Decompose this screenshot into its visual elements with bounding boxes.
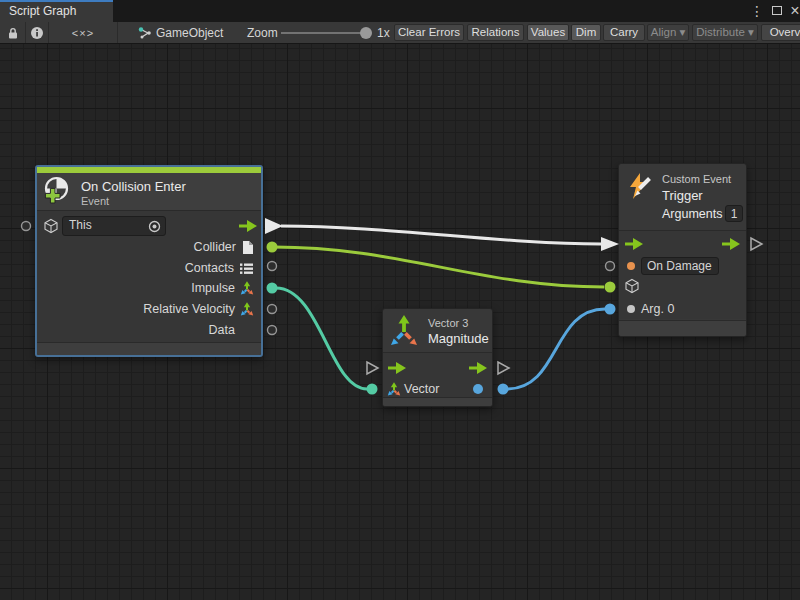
collider-doc-icon bbox=[241, 240, 254, 255]
window-menu-icon[interactable]: ⋮ bbox=[748, 0, 766, 22]
arg0-port-dot[interactable] bbox=[627, 305, 635, 313]
port-vector-input-connected[interactable] bbox=[367, 384, 378, 395]
gameobject-cube-icon bbox=[624, 278, 640, 294]
port-contacts[interactable] bbox=[268, 262, 277, 271]
vector3-icon bbox=[387, 382, 401, 396]
lock-button[interactable] bbox=[0, 22, 26, 43]
graph-toolbar: <×> GameObject Zoom 1x Clear Errors Rela… bbox=[0, 22, 800, 44]
target-picker-icon[interactable] bbox=[148, 220, 161, 233]
gameobject-icon bbox=[137, 25, 153, 41]
port-row-relative-velocity[interactable]: Relative Velocity bbox=[143, 300, 254, 318]
node-subtitle: Event bbox=[81, 195, 109, 207]
this-target-field[interactable]: This bbox=[62, 216, 166, 236]
code-icon: <×> bbox=[72, 27, 94, 39]
tab-label: Script Graph bbox=[9, 4, 76, 18]
port-row-data[interactable]: Data bbox=[209, 321, 235, 339]
flow-output-arrow-icon bbox=[722, 238, 740, 250]
arguments-label: Arguments bbox=[662, 207, 722, 221]
distribute-button[interactable]: Distribute ▾ bbox=[692, 24, 758, 41]
node-footer bbox=[37, 342, 261, 355]
port-event-name[interactable] bbox=[606, 262, 615, 271]
caret-down-icon: ▾ bbox=[748, 26, 754, 38]
lock-icon bbox=[6, 26, 20, 40]
wire-magnitude-to-arg0[interactable] bbox=[507, 309, 605, 389]
vector3-icon bbox=[240, 302, 254, 316]
port-arg0-connected[interactable] bbox=[605, 304, 616, 315]
zoom-value: 1x bbox=[377, 26, 390, 40]
code-view-button[interactable]: <×> bbox=[49, 22, 118, 43]
tab-script-graph[interactable]: Script Graph bbox=[0, 0, 113, 22]
node-footer bbox=[383, 397, 492, 406]
flow-output-arrow-icon bbox=[469, 362, 487, 374]
wire-collider-to-gameobject[interactable] bbox=[274, 247, 604, 287]
node-header: On Collision Enter Event bbox=[37, 173, 261, 210]
vector-input-label: Vector bbox=[404, 382, 439, 396]
flow-output-arrow-icon bbox=[239, 220, 257, 232]
window-close-icon[interactable]: × bbox=[786, 0, 800, 22]
node-title: Magnitude bbox=[428, 331, 489, 346]
arg0-label: Arg. 0 bbox=[641, 302, 674, 316]
zoom-slider-knob[interactable] bbox=[360, 27, 372, 39]
event-name-port-dot[interactable] bbox=[627, 262, 635, 270]
wire-flow-oce-to-trigger[interactable] bbox=[281, 226, 601, 244]
caret-down-icon: ▾ bbox=[680, 26, 686, 38]
carry-button[interactable]: Carry bbox=[603, 24, 645, 41]
node-type-label: Custom Event bbox=[662, 173, 731, 185]
port-flow-input-connected[interactable] bbox=[601, 237, 619, 251]
node-magnitude[interactable]: Vector 3 Magnitude Vector bbox=[382, 308, 493, 407]
flow-input-arrow-icon bbox=[625, 238, 643, 250]
port-this-input[interactable] bbox=[22, 222, 31, 231]
tab-bar: Script Graph ⋮ × bbox=[0, 0, 800, 22]
window-maximize-icon[interactable] bbox=[768, 0, 786, 22]
port-row-impulse[interactable]: Impulse bbox=[191, 279, 254, 297]
relations-button[interactable]: Relations bbox=[467, 24, 524, 41]
magnitude-output-dot[interactable] bbox=[473, 384, 483, 394]
port-impulse-connected[interactable] bbox=[267, 283, 278, 294]
clear-errors-button[interactable]: Clear Errors bbox=[394, 24, 464, 41]
on-collision-enter-icon bbox=[42, 176, 72, 206]
maximize-box bbox=[772, 6, 782, 15]
dim-button[interactable]: Dim bbox=[571, 24, 601, 41]
node-on-collision-enter[interactable]: On Collision Enter Event This Collider bbox=[35, 165, 263, 357]
port-row-contacts[interactable]: Contacts bbox=[185, 259, 254, 277]
node-trigger-custom-event[interactable]: Custom Event Trigger Arguments 1 On Dama… bbox=[618, 163, 747, 337]
values-button[interactable]: Values bbox=[527, 24, 569, 41]
event-name-field[interactable]: On Damage bbox=[641, 257, 719, 275]
arguments-count-field[interactable]: 1 bbox=[725, 205, 743, 222]
zoom-label: Zoom bbox=[247, 26, 278, 40]
port-trigger-flow-output[interactable] bbox=[751, 238, 762, 250]
list-icon bbox=[239, 262, 254, 275]
overview-button[interactable]: Overv bbox=[761, 24, 800, 41]
port-collider-connected[interactable] bbox=[267, 242, 278, 253]
vector3-icon bbox=[240, 281, 254, 295]
node-title: Trigger bbox=[662, 188, 703, 203]
node-footer bbox=[619, 320, 746, 336]
port-relative-velocity[interactable] bbox=[268, 305, 277, 314]
info-button[interactable] bbox=[26, 22, 49, 43]
vector3-big-icon bbox=[388, 314, 420, 346]
node-title: On Collision Enter bbox=[81, 179, 186, 194]
zoom-slider-track[interactable] bbox=[281, 32, 363, 34]
node-type-label: Vector 3 bbox=[428, 317, 468, 329]
port-data[interactable] bbox=[268, 326, 277, 335]
graph-canvas[interactable]: On Collision Enter Event This Collider bbox=[0, 44, 800, 600]
flow-input-arrow-icon bbox=[388, 362, 406, 374]
info-icon bbox=[30, 26, 44, 40]
port-magnitude-output-connected[interactable] bbox=[498, 384, 509, 395]
gameobject-label: GameObject bbox=[156, 26, 223, 40]
port-magnitude-flow-input[interactable] bbox=[367, 362, 378, 374]
port-trigger-target-connected[interactable] bbox=[605, 282, 616, 293]
port-magnitude-flow-output[interactable] bbox=[498, 362, 509, 374]
align-button[interactable]: Align ▾ bbox=[647, 24, 689, 41]
port-row-collider[interactable]: Collider bbox=[194, 238, 254, 256]
port-flow-output-connected[interactable] bbox=[265, 218, 283, 234]
custom-event-icon bbox=[625, 172, 653, 200]
wire-impulse-to-vector[interactable] bbox=[276, 288, 367, 389]
gameobject-cube-icon bbox=[43, 218, 59, 234]
